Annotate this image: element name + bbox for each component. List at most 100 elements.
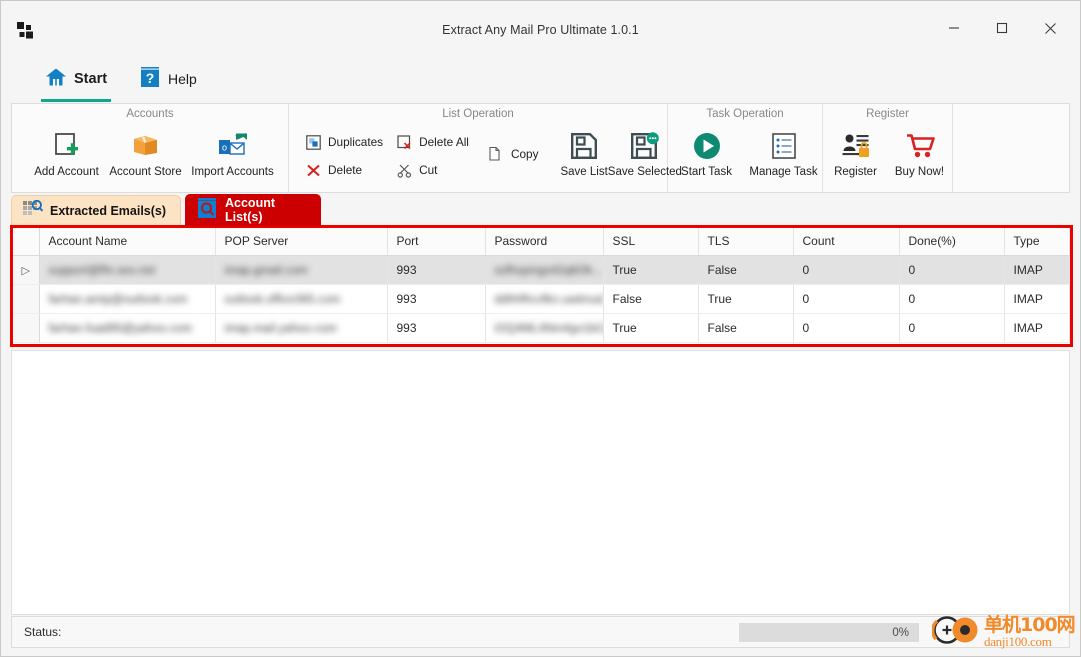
buy-now-button[interactable]: Buy Now!	[888, 122, 952, 188]
tab-account-lists[interactable]: Account List(s)	[185, 194, 321, 226]
col-password[interactable]: Password	[485, 228, 604, 256]
tab-extracted-emails[interactable]: Extracted Emails(s)	[11, 195, 182, 226]
tab-start[interactable]: Start	[35, 59, 117, 102]
col-tls[interactable]: TLS	[698, 228, 794, 256]
ribbon-group-list-title: List Operation	[442, 108, 514, 120]
menu-bar: Start ? Help	[1, 53, 1080, 136]
ribbon-group-task-title: Task Operation	[706, 108, 784, 120]
col-done[interactable]: Done(%)	[899, 228, 1005, 256]
manage-task-label: Manage Task	[749, 166, 818, 178]
table-row[interactable]: farhan.amip@outlook.com outlook.office36…	[13, 284, 1070, 314]
import-accounts-button[interactable]: o Import Accounts	[185, 122, 280, 188]
tab-help[interactable]: ? Help	[129, 59, 207, 99]
cell-tls[interactable]: False	[698, 313, 794, 343]
cell-tls[interactable]: True	[698, 284, 794, 314]
cell-account-name[interactable]: support@fhr.ses.net	[39, 255, 216, 285]
progress-percent: 0%	[892, 626, 909, 639]
cell-pop-server[interactable]: imap.mail.yahoo.com	[215, 313, 388, 343]
col-type[interactable]: Type	[1004, 228, 1070, 256]
grid-search-icon	[23, 199, 44, 222]
cell-port[interactable]: 993	[387, 255, 486, 285]
save-list-button[interactable]: Save List	[560, 122, 608, 188]
cell-ssl[interactable]: True	[603, 255, 699, 285]
cell-count[interactable]: 0	[793, 313, 900, 343]
start-task-button[interactable]: Start Task	[668, 122, 745, 188]
cell-type[interactable]: IMAP	[1004, 255, 1070, 285]
ribbon-group-task-operation: Task Operation Start Task Manage Task	[668, 104, 823, 192]
cell-done[interactable]: 0	[899, 284, 1005, 314]
ribbon-group-register-title: Register	[866, 108, 909, 120]
cell-count[interactable]: 0	[793, 284, 900, 314]
progress-bar: 0%	[739, 623, 919, 642]
list-document-icon	[770, 128, 798, 164]
cell-port[interactable]: 993	[387, 313, 486, 343]
col-port[interactable]: Port	[387, 228, 486, 256]
copy-button[interactable]: Copy	[483, 140, 547, 168]
row-header[interactable]	[13, 284, 40, 314]
application-window: Extract Any Mail Pro Ultimate 1.0.1 Star…	[0, 0, 1081, 657]
maximize-icon[interactable]	[980, 15, 1024, 41]
ribbon-toolbar: Accounts Add Account Account Store o Imp…	[11, 103, 1070, 193]
cut-button[interactable]: Cut	[391, 156, 477, 184]
cell-done[interactable]: 0	[899, 255, 1005, 285]
cell-account-name[interactable]: farhan.amip@outlook.com	[39, 284, 216, 314]
duplicates-icon	[304, 134, 322, 150]
close-icon[interactable]	[1028, 15, 1072, 41]
duplicates-button[interactable]: Duplicates	[300, 128, 391, 156]
tab-start-label: Start	[74, 71, 108, 87]
status-label: Status:	[24, 625, 62, 639]
cell-ssl[interactable]: False	[603, 284, 699, 314]
cell-password[interactable]: ddhhfhcvfkn.uwtinud...	[485, 284, 604, 314]
shopping-cart-icon	[905, 128, 935, 164]
start-task-label: Start Task	[681, 166, 732, 178]
magnifier-book-icon	[196, 197, 218, 224]
delete-all-button[interactable]: Delete All	[391, 128, 477, 156]
status-bar: Status: 0%	[11, 616, 1070, 648]
cell-pop-server[interactable]: outlook.office365.com	[215, 284, 388, 314]
col-account-name[interactable]: Account Name	[39, 228, 216, 256]
copy-label: Copy	[510, 147, 539, 161]
delete-label: Delete	[328, 163, 363, 177]
delete-all-icon	[395, 134, 413, 150]
cell-type[interactable]: IMAP	[1004, 313, 1070, 343]
user-card-lock-icon	[841, 128, 871, 164]
col-count[interactable]: Count	[793, 228, 900, 256]
question-book-icon: ?	[139, 66, 161, 93]
tab-extracted-emails-label: Extracted Emails(s)	[50, 204, 167, 218]
buy-now-label: Buy Now!	[894, 166, 945, 178]
ribbon-group-list-operation: List Operation Duplicates Delete Delete …	[289, 104, 682, 192]
cell-account-name[interactable]: farhan.fuad95@yahoo.com	[39, 313, 216, 343]
cell-pop-server[interactable]: imap.gmail.com	[215, 255, 388, 285]
add-account-label: Add Account	[34, 166, 99, 178]
add-account-button[interactable]: Add Account	[27, 122, 106, 188]
cell-port[interactable]: 993	[387, 284, 486, 314]
cell-count[interactable]: 0	[793, 255, 900, 285]
list-smallcol-2: Delete All Cut	[391, 122, 477, 184]
col-pop-server[interactable]: POP Server	[215, 228, 388, 256]
account-list-table-region: Account Name POP Server Port Password SS…	[10, 225, 1073, 347]
ribbon-group-accounts: Accounts Add Account Account Store o Imp…	[12, 104, 289, 192]
table-header-row: Account Name POP Server Port Password SS…	[13, 228, 1070, 256]
cell-done[interactable]: 0	[899, 313, 1005, 343]
col-ssl[interactable]: SSL	[603, 228, 699, 256]
cell-type[interactable]: IMAP	[1004, 284, 1070, 314]
cell-ssl[interactable]: True	[603, 313, 699, 343]
scissors-icon	[395, 163, 413, 178]
register-button[interactable]: Register	[824, 122, 888, 188]
account-store-button[interactable]: Account Store	[106, 122, 185, 188]
table-row[interactable]: farhan.fuad95@yahoo.com imap.mail.yahoo.…	[13, 313, 1070, 343]
row-header[interactable]	[13, 313, 40, 343]
cell-password[interactable]: ssfhspings42q6Ok...	[485, 255, 604, 285]
cell-password[interactable]: iOQ4ML4Nm4gv1bCq...	[485, 313, 604, 343]
row-selector-arrow-icon[interactable]: ▷	[13, 255, 40, 285]
manage-task-button[interactable]: Manage Task	[745, 122, 822, 188]
minimize-icon[interactable]	[932, 15, 976, 41]
delete-button[interactable]: Delete	[300, 156, 391, 184]
cell-tls[interactable]: False	[698, 255, 794, 285]
duplicates-label: Duplicates	[328, 135, 384, 149]
floppy-save-icon	[570, 128, 598, 164]
floppy-save-selected-icon	[630, 128, 660, 164]
table-row[interactable]: ▷ support@fhr.ses.net imap.gmail.com 993…	[13, 255, 1070, 285]
red-x-icon	[304, 163, 322, 178]
window-title: Extract Any Mail Pro Ultimate 1.0.1	[442, 23, 639, 37]
